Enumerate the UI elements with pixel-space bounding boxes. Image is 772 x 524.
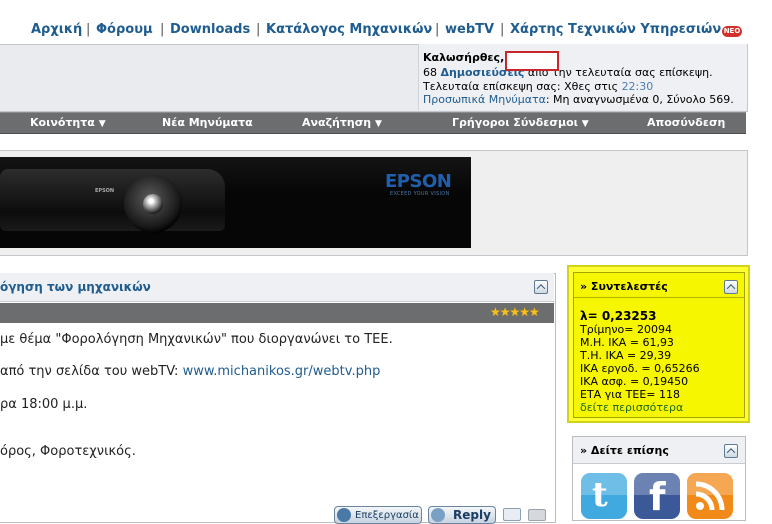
facebook-glyph: f	[649, 475, 666, 519]
nav-community-label: Κοινότητα	[30, 116, 95, 129]
multiquote-icon[interactable]	[503, 508, 521, 521]
last-visit-label: Τελευταία επίσκεψη σας: Χθες στις	[423, 80, 619, 93]
top-navigation: Αρχική | Φόρουμ | Downloads | Κατάλογος …	[0, 18, 772, 44]
coefficient-row: Μ.Η. ΙΚΑ = 61,93	[580, 336, 674, 349]
nav-new-posts[interactable]: Νέα Μηνύματα	[162, 116, 253, 129]
see-also-title: » Δείτε επίσης	[580, 444, 669, 457]
post-text-line: όρος, Φοροτεχνικός.	[0, 444, 136, 459]
private-messages-line: Προσωπικά Μηνύματα: Μη αναγνωσμένα 0, Σύ…	[423, 93, 734, 106]
twitter-icon[interactable]: t	[581, 473, 627, 519]
last-visit-time: 22:30	[621, 80, 654, 93]
epson-logo: EPSON	[385, 171, 452, 192]
projector-lens-glass	[143, 194, 163, 214]
twitter-glyph: t	[592, 475, 608, 515]
collapse-coefficients-icon[interactable]	[724, 280, 738, 294]
topnav-separator: |	[86, 22, 91, 37]
projector-brand-label: EPSON	[95, 188, 115, 194]
private-messages-link[interactable]: Προσωπικά Μηνύματα	[423, 93, 546, 106]
welcome-panel: Καλωσήρθες, 68 Δημοσιεύσεις από την τελε…	[418, 44, 747, 110]
reply-button-label: Reply	[453, 508, 491, 522]
coefficient-row: Τρίμηνο= 20094	[580, 323, 672, 336]
epson-ad-banner[interactable]: EPSON EPSON EXCEED YOUR VISION	[0, 157, 471, 248]
projector-image	[0, 169, 225, 231]
topnav-webtv-link[interactable]: webTV	[445, 22, 494, 37]
new-posts-count: 68	[423, 66, 437, 79]
post-text-line: από την σελίδα του webTV: www.michanikos…	[0, 364, 380, 379]
topnav-downloads-link[interactable]: Downloads	[170, 22, 250, 37]
collapse-post-icon[interactable]	[534, 280, 548, 294]
nav-quick-links[interactable]: Γρήγοροι Σύνδεσμοι ▼	[452, 116, 589, 129]
username-redacted	[505, 51, 559, 71]
edit-button-label: Επεξεργασία	[355, 510, 419, 521]
new-posts-line: 68 Δημοσιεύσεις από την τελευταία σας επ…	[423, 66, 713, 79]
dropdown-arrow-icon: ▼	[375, 119, 382, 129]
nav-logout[interactable]: Αποσύνδεση	[647, 116, 725, 129]
main-navbar: Κοινότητα ▼ Νέα Μηνύματα Αναζήτηση ▼ Γρή…	[0, 112, 746, 134]
post-title[interactable]: όγηση των μηχανικών	[0, 280, 151, 294]
topnav-separator: |	[500, 22, 505, 37]
topnav-engineers-catalog-link[interactable]: Κατάλογος Μηχανικών	[266, 22, 432, 37]
coefficient-row: ΕΤΑ για ΤΕΕ= 118	[580, 388, 680, 401]
nav-search[interactable]: Αναζήτηση ▼	[302, 116, 382, 129]
topnav-separator: |	[256, 22, 261, 37]
rss-glyph	[695, 481, 725, 511]
rating-stars-icon: ★★★★★	[490, 305, 540, 319]
reply-button[interactable]: Reply	[428, 506, 496, 524]
nav-search-label: Αναζήτηση	[302, 116, 372, 129]
epson-slogan: EXCEED YOUR VISION	[390, 191, 450, 197]
nav-community[interactable]: Κοινότητα ▼	[30, 116, 106, 129]
post-text-line: με θέμα "Φορολόγηση Μηχανικών" που διοργ…	[0, 332, 393, 347]
topnav-forum-link[interactable]: Φόρουμ	[96, 22, 153, 37]
coefficient-row: ΙΚΑ ασφ. = 0,19450	[580, 375, 689, 388]
coefficient-row: Τ.Η. ΙΚΑ = 29,39	[580, 349, 672, 362]
dropdown-arrow-icon: ▼	[581, 119, 589, 129]
topnav-separator: |	[435, 22, 440, 37]
see-more-link[interactable]: δείτε περισσότερα	[580, 401, 683, 414]
post-header-bar	[0, 303, 554, 323]
rss-icon[interactable]	[687, 473, 733, 519]
dropdown-arrow-icon: ▼	[98, 119, 106, 129]
private-messages-status: : Μη αναγνωσμένα 0, Σύνολο 569.	[545, 93, 734, 106]
post-text-line: ρα 18:00 μ.μ.	[0, 397, 88, 412]
topnav-services-map-link[interactable]: Χάρτης Τεχνικών Υπηρεσιών	[510, 22, 721, 37]
topnav-separator: |	[160, 22, 165, 37]
webtv-url-link[interactable]: www.michanikos.gr/webtv.php	[183, 364, 381, 379]
coefficient-row: ΙΚΑ εργοδ. = 0,65266	[580, 362, 700, 375]
coefficients-title: » Συντελεστές	[580, 280, 668, 293]
edit-icon	[337, 508, 351, 522]
facebook-icon[interactable]: f	[634, 473, 680, 519]
nav-quick-links-label: Γρήγοροι Σύνδεσμοι	[452, 116, 578, 129]
post-text-prefix: από την σελίδα του webTV:	[0, 364, 183, 379]
new-badge: NEO	[722, 26, 742, 37]
reply-icon	[431, 508, 445, 522]
lambda-value: λ= 0,23253	[580, 309, 657, 323]
topnav-home-link[interactable]: Αρχική	[31, 22, 82, 37]
last-visit-line: Τελευταία επίσκεψη σας: Χθες στις 22:30	[423, 80, 653, 93]
welcome-greeting: Καλωσήρθες,	[423, 51, 505, 64]
coefficients-divider	[574, 297, 744, 298]
quick-reply-icon[interactable]	[528, 509, 546, 521]
edit-button[interactable]: Επεξεργασία	[334, 506, 422, 524]
collapse-see-also-icon[interactable]	[724, 444, 738, 458]
